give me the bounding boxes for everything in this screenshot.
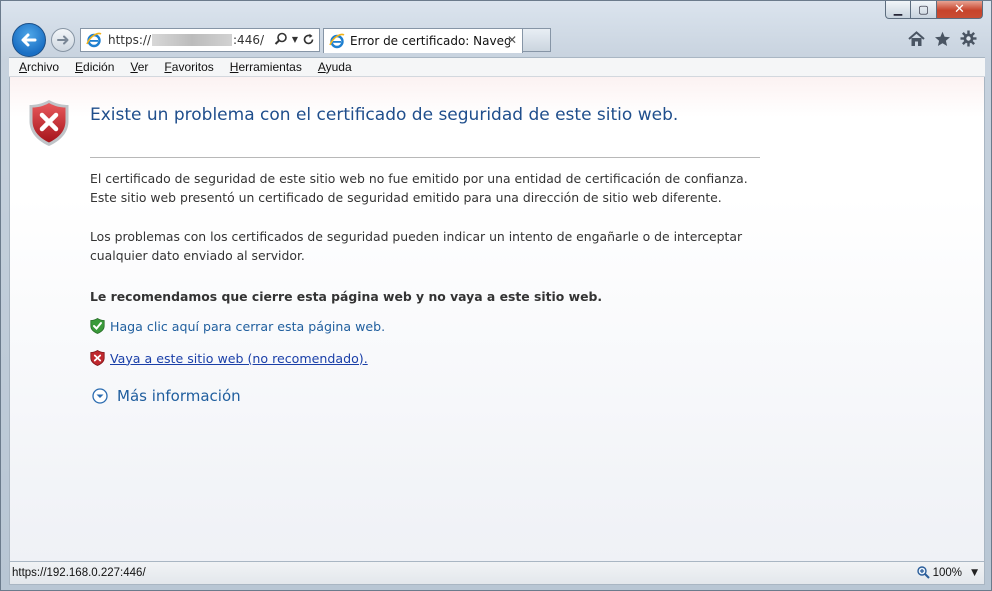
toolbar-right — [908, 30, 977, 47]
certificate-explanation: El certificado de seguridad de este siti… — [90, 169, 770, 207]
error-shield-icon — [29, 100, 69, 146]
menu-ver[interactable]: Ver — [130, 60, 148, 74]
favorites-star-icon[interactable] — [934, 31, 951, 47]
back-button[interactable] — [12, 23, 46, 57]
explanation-line-1: El certificado de seguridad de este siti… — [90, 171, 748, 186]
menu-herramientas[interactable]: Herramientas — [230, 60, 302, 74]
recommendation-text: Le recomendamos que cierre esta página w… — [90, 289, 603, 304]
menu-archivo[interactable]: Archivo — [19, 60, 59, 74]
address-url: https:// :446/ — [108, 33, 264, 47]
home-icon[interactable] — [908, 30, 925, 47]
red-shield-icon — [90, 350, 105, 366]
chevron-down-circle-icon — [92, 388, 108, 404]
browser-window: ▁ ▢ ✕ https:// :446/ ▼ Error de certific… — [0, 0, 992, 591]
redacted-host — [152, 34, 233, 46]
zoom-icon — [916, 566, 930, 579]
search-icon[interactable] — [274, 32, 288, 46]
maximize-button[interactable]: ▢ — [911, 1, 937, 19]
close-window-button[interactable]: ✕ — [937, 1, 983, 19]
menu-favoritos[interactable]: Favoritos — [164, 60, 213, 74]
zoom-dropdown-icon[interactable]: ▼ — [971, 568, 978, 578]
continue-to-site-link[interactable]: Vaya a este sitio web (no recomendado). — [110, 351, 368, 366]
page-title: Existe un problema con el certificado de… — [90, 105, 679, 125]
risk-explanation: Los problemas con los certificados de se… — [90, 229, 743, 263]
continue-link-row[interactable]: Vaya a este sitio web (no recomendado). — [90, 350, 368, 366]
zoom-level: 100% — [932, 566, 962, 579]
minimize-button[interactable]: ▁ — [885, 1, 911, 19]
menu-edicion[interactable]: Edición — [75, 60, 114, 74]
forward-arrow-icon — [57, 35, 69, 45]
close-tab-icon[interactable]: ✕ — [507, 33, 517, 47]
page-content: Existe un problema con el certificado de… — [9, 77, 985, 561]
back-arrow-icon — [21, 33, 37, 47]
new-tab-button[interactable] — [523, 28, 551, 52]
more-info-toggle[interactable]: Más información — [92, 387, 241, 405]
more-info-label[interactable]: Más información — [117, 387, 241, 405]
gear-icon[interactable] — [960, 30, 977, 47]
ie-logo-icon — [86, 32, 102, 48]
address-prefix: https:// — [108, 33, 152, 47]
address-tools: ▼ — [274, 32, 315, 46]
ie-logo-icon — [329, 33, 345, 49]
address-bar[interactable]: https:// :446/ ▼ — [80, 28, 320, 52]
divider — [90, 157, 760, 158]
close-page-link[interactable]: Haga clic aquí para cerrar esta página w… — [110, 319, 385, 334]
tab-title: Error de certificado: Navega... — [350, 34, 510, 48]
dropdown-arrow-icon[interactable]: ▼ — [292, 35, 298, 44]
zoom-control[interactable]: 100% — [916, 566, 962, 579]
window-controls: ▁ ▢ ✕ — [885, 1, 983, 21]
explanation-line-2: Este sitio web presentó un certificado d… — [90, 190, 722, 205]
refresh-icon[interactable] — [302, 33, 315, 46]
menu-ayuda[interactable]: Ayuda — [318, 60, 352, 74]
status-bar: https://192.168.0.227:446/ 100% ▼ — [9, 561, 985, 585]
green-shield-icon — [90, 318, 105, 334]
forward-button[interactable] — [51, 28, 75, 52]
address-suffix: :446/ — [233, 33, 265, 47]
status-url: https://192.168.0.227:446/ — [12, 567, 146, 579]
close-page-link-row[interactable]: Haga clic aquí para cerrar esta página w… — [90, 318, 385, 334]
menu-bar: Archivo Edición Ver Favoritos Herramient… — [9, 57, 985, 77]
tab-certificate-error[interactable]: Error de certificado: Navega... ✕ — [323, 28, 523, 53]
